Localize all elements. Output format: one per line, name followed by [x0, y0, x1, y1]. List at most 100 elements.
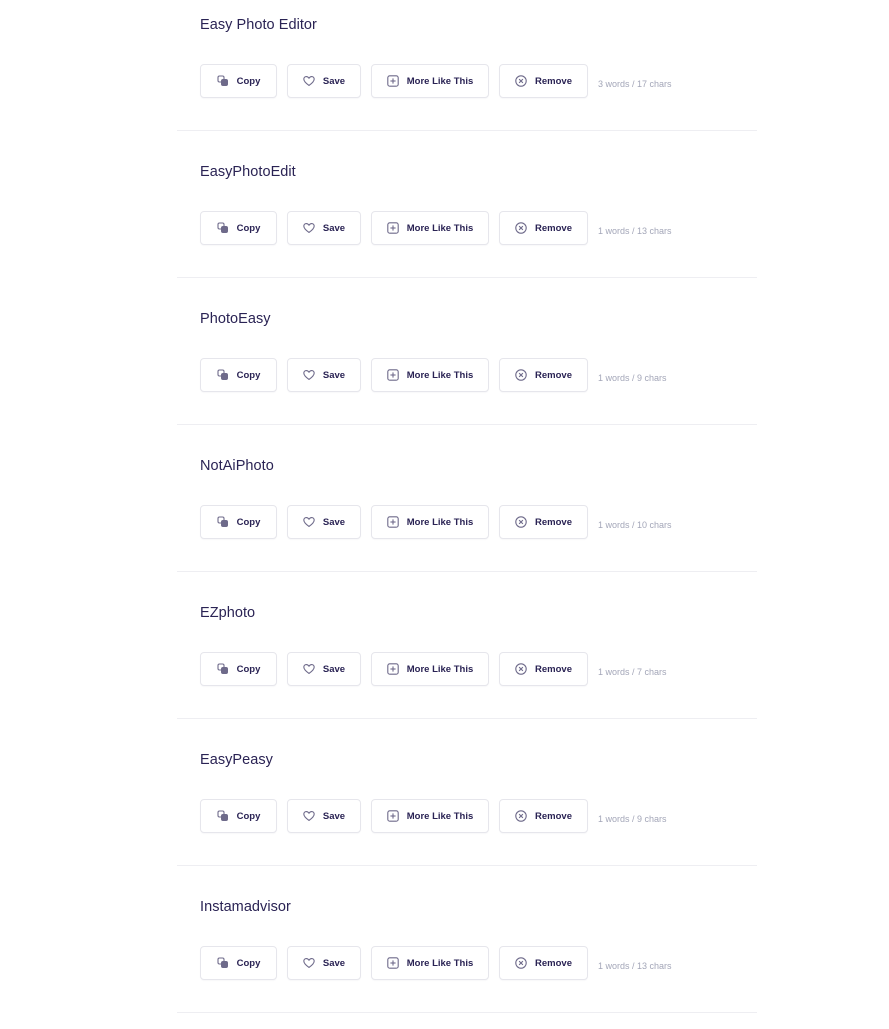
more-like-this-label: More Like This [406, 222, 474, 234]
save-button[interactable]: Save [287, 799, 361, 833]
x-circle-icon [515, 75, 527, 87]
copy-label: Copy [236, 222, 261, 234]
generated-name: NotAiPhoto [200, 458, 274, 474]
divider [177, 277, 757, 278]
name-actions: Copy Save More Like This [200, 946, 672, 980]
remove-label: Remove [535, 810, 572, 822]
more-like-this-label: More Like This [406, 516, 474, 528]
x-circle-icon [515, 516, 527, 528]
copy-icon [217, 222, 229, 234]
remove-label: Remove [535, 957, 572, 969]
save-label: Save [322, 369, 346, 381]
copy-button[interactable]: Copy [200, 64, 277, 98]
more-like-this-button[interactable]: More Like This [371, 211, 489, 245]
more-like-this-button[interactable]: More Like This [371, 799, 489, 833]
word-char-count: 1 words / 9 chars [598, 372, 667, 383]
remove-button[interactable]: Remove [499, 652, 588, 686]
more-like-this-label: More Like This [406, 369, 474, 381]
heart-icon [303, 957, 315, 969]
divider [177, 130, 757, 131]
word-char-count: 3 words / 17 chars [598, 78, 672, 89]
name-result-item: EZphoto Copy Save More Like This Remove … [177, 588, 757, 735]
save-label: Save [322, 516, 346, 528]
copy-label: Copy [236, 810, 261, 822]
copy-button[interactable]: Copy [200, 358, 277, 392]
heart-icon [303, 516, 315, 528]
remove-label: Remove [535, 516, 572, 528]
plus-square-icon [386, 75, 399, 87]
word-char-count: 1 words / 13 chars [598, 960, 672, 971]
more-like-this-button[interactable]: More Like This [371, 505, 489, 539]
copy-button[interactable]: Copy [200, 211, 277, 245]
remove-button[interactable]: Remove [499, 946, 588, 980]
save-button[interactable]: Save [287, 358, 361, 392]
name-result-item: NotAiPhoto Copy Save More Like This Remo… [177, 441, 757, 588]
more-like-this-label: More Like This [406, 957, 474, 969]
plus-square-icon [386, 222, 399, 234]
name-actions: Copy Save More Like This [200, 652, 667, 686]
word-char-count: 1 words / 7 chars [598, 666, 667, 677]
remove-button[interactable]: Remove [499, 505, 588, 539]
copy-button[interactable]: Copy [200, 505, 277, 539]
word-char-count: 1 words / 13 chars [598, 225, 672, 236]
more-like-this-button[interactable]: More Like This [371, 64, 489, 98]
remove-label: Remove [535, 369, 572, 381]
copy-button[interactable]: Copy [200, 946, 277, 980]
name-result-item: EasyPhotoEdit Copy Save More Like This R… [177, 147, 757, 294]
more-like-this-button[interactable]: More Like This [371, 946, 489, 980]
copy-button[interactable]: Copy [200, 799, 277, 833]
copy-icon [217, 810, 229, 822]
remove-button[interactable]: Remove [499, 211, 588, 245]
divider [177, 865, 757, 866]
divider [177, 424, 757, 425]
copy-icon [217, 75, 229, 87]
name-result-item: PhotoEasy Copy Save More Like This Remov… [177, 294, 757, 441]
copy-icon [217, 663, 229, 675]
remove-button[interactable]: Remove [499, 358, 588, 392]
copy-icon [217, 957, 229, 969]
save-button[interactable]: Save [287, 64, 361, 98]
divider [177, 718, 757, 719]
name-actions: Copy Save More Like This [200, 358, 667, 392]
plus-square-icon [386, 663, 399, 675]
more-like-this-button[interactable]: More Like This [371, 652, 489, 686]
x-circle-icon [515, 369, 527, 381]
save-button[interactable]: Save [287, 652, 361, 686]
divider [177, 1012, 757, 1013]
save-label: Save [322, 957, 346, 969]
word-char-count: 1 words / 9 chars [598, 813, 667, 824]
generated-name: EasyPeasy [200, 752, 273, 768]
save-button[interactable]: Save [287, 946, 361, 980]
generated-name: EasyPhotoEdit [200, 164, 296, 180]
heart-icon [303, 810, 315, 822]
generated-name: PhotoEasy [200, 311, 271, 327]
x-circle-icon [515, 663, 527, 675]
copy-label: Copy [236, 369, 261, 381]
name-result-item: EasyPeasy Copy Save More Like This Remov… [177, 735, 757, 882]
save-button[interactable]: Save [287, 505, 361, 539]
remove-button[interactable]: Remove [499, 799, 588, 833]
name-actions: Copy Save More Like This [200, 211, 672, 245]
heart-icon [303, 663, 315, 675]
copy-button[interactable]: Copy [200, 652, 277, 686]
more-like-this-button[interactable]: More Like This [371, 358, 489, 392]
name-result-item: Instamadvisor Copy Save More Like This R… [177, 882, 757, 1029]
plus-square-icon [386, 369, 399, 381]
copy-icon [217, 516, 229, 528]
plus-square-icon [386, 810, 399, 822]
divider [177, 571, 757, 572]
copy-icon [217, 369, 229, 381]
save-label: Save [322, 810, 346, 822]
more-like-this-label: More Like This [406, 75, 474, 87]
remove-button[interactable]: Remove [499, 64, 588, 98]
more-like-this-label: More Like This [406, 810, 474, 822]
save-label: Save [322, 75, 346, 87]
name-actions: Copy Save More Like This [200, 799, 667, 833]
x-circle-icon [515, 957, 527, 969]
save-button[interactable]: Save [287, 211, 361, 245]
plus-square-icon [386, 957, 399, 969]
copy-label: Copy [236, 516, 261, 528]
plus-square-icon [386, 516, 399, 528]
copy-label: Copy [236, 663, 261, 675]
generated-name: Instamadvisor [200, 899, 291, 915]
